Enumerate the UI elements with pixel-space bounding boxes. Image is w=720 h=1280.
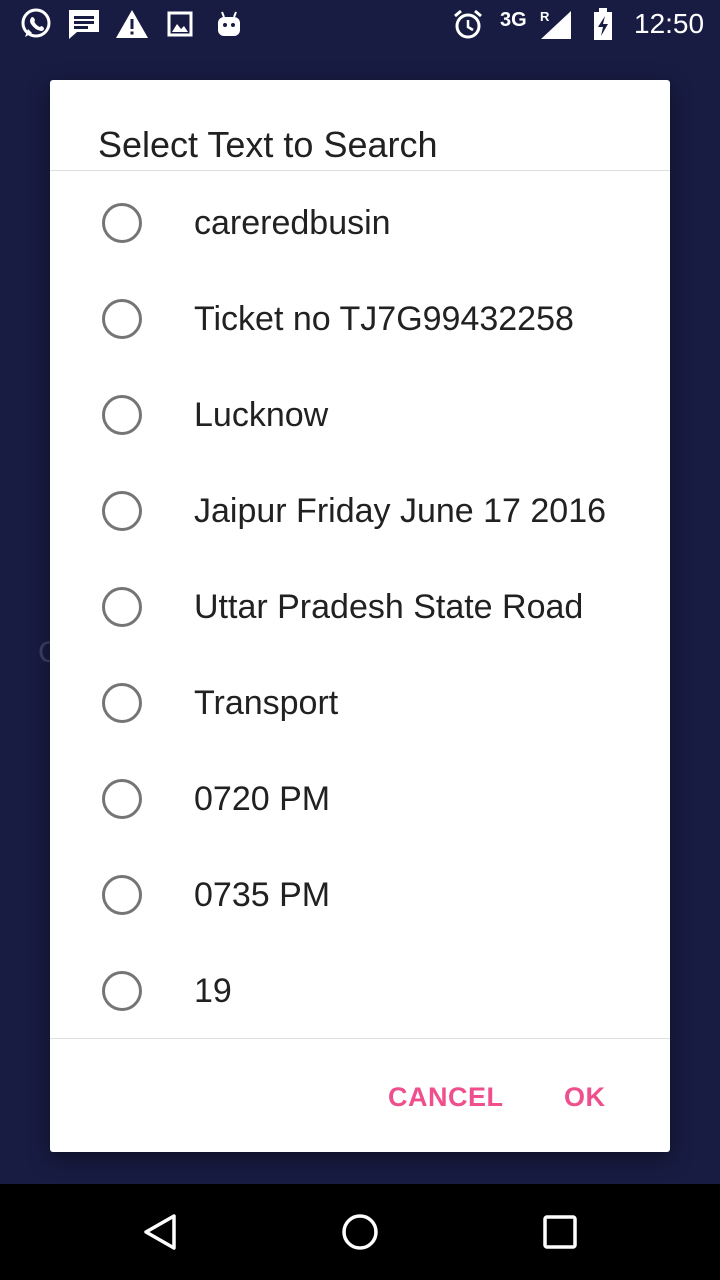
- cancel-button[interactable]: CANCEL: [376, 1072, 516, 1122]
- option-row[interactable]: 0720 PM: [50, 751, 670, 847]
- option-label: Lucknow: [194, 396, 329, 434]
- android-icon: [212, 6, 246, 42]
- image-icon: [164, 6, 196, 42]
- radio-button[interactable]: [102, 299, 142, 339]
- message-icon: [66, 6, 102, 42]
- option-row[interactable]: Ticket no TJ7G99432258: [50, 271, 670, 367]
- option-row[interactable]: Transport: [50, 655, 670, 751]
- radio-button[interactable]: [102, 491, 142, 531]
- warning-icon: [114, 6, 150, 42]
- whatsapp-icon: [16, 6, 56, 42]
- option-label: Uttar Pradesh State Road: [194, 588, 584, 626]
- select-text-dialog: Select Text to Search careredbusin Ticke…: [50, 80, 670, 1152]
- signal-icon: [538, 6, 574, 42]
- ok-button[interactable]: OK: [552, 1072, 618, 1122]
- title-divider: [50, 170, 670, 171]
- status-bar: 3G R 12:50: [0, 0, 720, 48]
- actions-divider: [50, 1038, 670, 1039]
- radio-button[interactable]: [102, 971, 142, 1011]
- option-label: careredbusin: [194, 204, 391, 242]
- option-row[interactable]: 0735 PM: [50, 847, 670, 943]
- option-label: Ticket no TJ7G99432258: [194, 300, 574, 338]
- home-icon[interactable]: [326, 1198, 394, 1266]
- radio-button[interactable]: [102, 587, 142, 627]
- option-row[interactable]: Jaipur Friday June 17 2016: [50, 463, 670, 559]
- radio-button[interactable]: [102, 203, 142, 243]
- option-label: Transport: [194, 684, 339, 722]
- clock: 12:50: [634, 8, 705, 39]
- radio-button[interactable]: [102, 779, 142, 819]
- option-row[interactable]: 19: [50, 943, 670, 1037]
- recents-icon[interactable]: [526, 1198, 594, 1266]
- option-row[interactable]: Lucknow: [50, 367, 670, 463]
- option-row[interactable]: careredbusin: [50, 175, 670, 271]
- alarm-icon: [450, 6, 486, 42]
- network-type-label: 3G: [500, 9, 527, 31]
- options-list[interactable]: careredbusin Ticket no TJ7G99432258 Luck…: [50, 175, 670, 1037]
- radio-button[interactable]: [102, 683, 142, 723]
- option-row[interactable]: Uttar Pradesh State Road: [50, 559, 670, 655]
- option-label: 0720 PM: [194, 780, 331, 818]
- option-label: Jaipur Friday June 17 2016: [194, 492, 607, 530]
- option-label: 19: [194, 972, 232, 1010]
- option-label: 0735 PM: [194, 876, 331, 914]
- radio-button[interactable]: [102, 395, 142, 435]
- navigation-bar: [0, 1184, 720, 1280]
- dialog-title: Select Text to Search: [98, 124, 438, 165]
- back-icon[interactable]: [126, 1198, 194, 1266]
- battery-charging-icon: [590, 6, 616, 42]
- radio-button[interactable]: [102, 875, 142, 915]
